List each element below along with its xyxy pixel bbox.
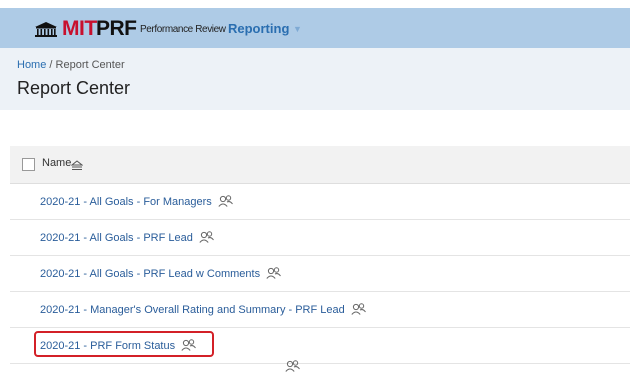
brand-subtitle: Performance Review <box>140 24 226 35</box>
table-row: 2020-21 - All Goals - For Managers <box>10 184 630 220</box>
column-header-name[interactable]: Name <box>42 157 71 169</box>
table-header: Name <box>10 146 630 184</box>
table-row: 2020-21 - Manager's Overall Rating and S… <box>10 292 630 328</box>
report-list: 2020-21 - All Goals - For Managers 2020-… <box>10 184 630 364</box>
page-title: Report Center <box>17 78 131 98</box>
report-link-label[interactable]: 2020-21 - PRF Form Status <box>40 340 175 352</box>
shared-users-icon <box>351 303 366 318</box>
table-row: 2020-21 - All Goals - PRF Lead <box>10 220 630 256</box>
shared-users-icon <box>199 231 214 246</box>
report-link-label[interactable]: 2020-21 - All Goals - PRF Lead w Comment… <box>40 268 260 280</box>
breadcrumb-home-link[interactable]: Home <box>17 59 46 71</box>
report-link-label[interactable]: 2020-21 - Manager's Overall Rating and S… <box>40 304 345 316</box>
top-nav-bar: MIT PRF Performance Review Reporting ▼ <box>0 8 630 48</box>
report-link-label[interactable]: 2020-21 - All Goals - PRF Lead <box>40 232 193 244</box>
report-link[interactable]: 2020-21 - All Goals - PRF Lead w Comment… <box>40 267 282 282</box>
select-all-checkbox[interactable] <box>22 158 35 171</box>
shared-users-icon <box>266 267 282 282</box>
table-row: 2020-21 - All Goals - PRF Lead w Comment… <box>10 256 630 292</box>
shared-users-icon <box>181 339 197 354</box>
building-logo-icon[interactable] <box>34 21 58 42</box>
report-link[interactable]: 2020-21 - Manager's Overall Rating and S… <box>40 303 366 318</box>
table-row: 2020-21 - PRF Form Status <box>10 328 630 364</box>
report-link[interactable]: 2020-21 - PRF Form Status <box>40 339 197 354</box>
breadcrumb: Home / Report Center <box>17 59 125 71</box>
report-link-label[interactable]: 2020-21 - All Goals - For Managers <box>40 196 212 208</box>
shared-users-icon <box>285 359 300 377</box>
breadcrumb-current: Report Center <box>55 59 125 71</box>
caret-down-icon[interactable]: ▼ <box>293 24 302 34</box>
shared-users-icon <box>218 195 233 210</box>
brand-prf[interactable]: PRF <box>96 17 137 41</box>
sort-icon[interactable] <box>70 158 84 176</box>
breadcrumb-separator: / <box>46 59 56 71</box>
brand-mit[interactable]: MIT <box>62 17 97 41</box>
report-link[interactable]: 2020-21 - All Goals - PRF Lead <box>40 231 214 246</box>
report-link[interactable]: 2020-21 - All Goals - For Managers <box>40 195 233 210</box>
reporting-menu[interactable]: Reporting <box>228 21 289 36</box>
